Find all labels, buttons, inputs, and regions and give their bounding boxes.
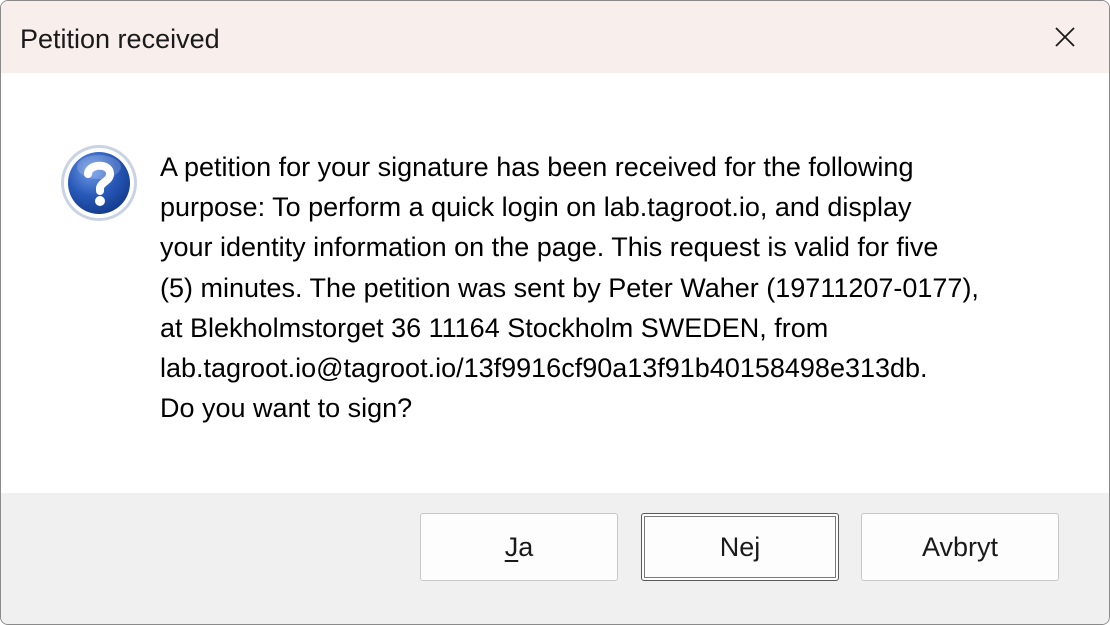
message-line: (5) minutes. The petition was sent by Pe… (160, 272, 979, 303)
yes-label-rest: a (518, 531, 534, 562)
message-dialog: Petition received A petition for your si… (0, 0, 1110, 625)
yes-accelerator: J (504, 531, 519, 562)
no-accelerator: j (754, 531, 761, 562)
cancel-button[interactable]: Avbryt (861, 513, 1059, 581)
dialog-content: A petition for your signature has been r… (1, 73, 1109, 493)
close-button[interactable] (1021, 1, 1109, 73)
close-icon (1055, 27, 1075, 47)
no-button[interactable]: Ne j (641, 513, 839, 581)
dialog-title: Petition received (20, 24, 220, 54)
button-bar: Ja Ne j Avbryt (1, 493, 1109, 624)
message-line: lab.tagroot.io@tagroot.io/13f9916cf90a13… (160, 353, 928, 384)
message-line: purpose: To perform a quick login on lab… (160, 192, 912, 223)
yes-button[interactable]: Ja (420, 513, 618, 581)
dialog-message: A petition for your signature has been r… (160, 147, 1060, 428)
no-label-pre: Ne (719, 531, 755, 562)
question-icon (61, 145, 137, 221)
message-line: your identity information on the page. T… (160, 232, 939, 263)
message-line: Do you want to sign? (160, 393, 413, 424)
message-line: A petition for your signature has been r… (160, 152, 914, 182)
cancel-label: Avbryt (921, 531, 999, 562)
message-line: at Blekholmstorget 36 11164 Stockholm SW… (160, 312, 829, 343)
title-bar: Petition received (1, 1, 1109, 73)
